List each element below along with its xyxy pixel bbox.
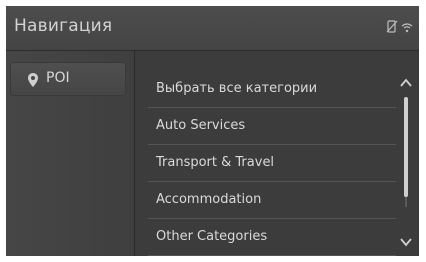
list-item-auto-services[interactable]: Auto Services: [148, 108, 396, 145]
sidebar-item-label: POI: [46, 70, 70, 86]
list-item-transport-travel[interactable]: Transport & Travel: [148, 145, 396, 182]
list-item-label: Выбрать все категории: [156, 81, 318, 96]
sidebar: POI: [6, 51, 135, 256]
sidebar-item-poi[interactable]: POI: [10, 62, 126, 96]
page-title: Навигация: [14, 16, 113, 36]
list-item-label: Auto Services: [156, 118, 246, 133]
list-item-accommodation[interactable]: Accommodation: [148, 182, 396, 219]
chevron-down-icon[interactable]: [400, 232, 412, 247]
navigation-screen: Навигация POI Выбрать все категории Auto…: [6, 6, 419, 256]
list-item-label: Other Categories: [156, 229, 268, 244]
scroll-thumb[interactable]: [404, 97, 408, 197]
poi-category-list: Выбрать все категории Auto Services Tran…: [140, 51, 398, 256]
scrollbar[interactable]: [397, 51, 415, 256]
location-pin-icon: [28, 72, 38, 91]
list-item-label: Transport & Travel: [156, 155, 275, 170]
title-bar: Навигация: [6, 6, 419, 51]
wifi-icon: [401, 18, 413, 37]
list-item-label: Accommodation: [156, 192, 262, 207]
phone-off-icon: [386, 18, 398, 37]
list-item-select-all[interactable]: Выбрать все категории: [148, 71, 396, 108]
list-item-other-categories[interactable]: Other Categories: [148, 219, 396, 256]
chevron-up-icon[interactable]: [400, 73, 412, 87]
status-icons: [386, 18, 413, 37]
